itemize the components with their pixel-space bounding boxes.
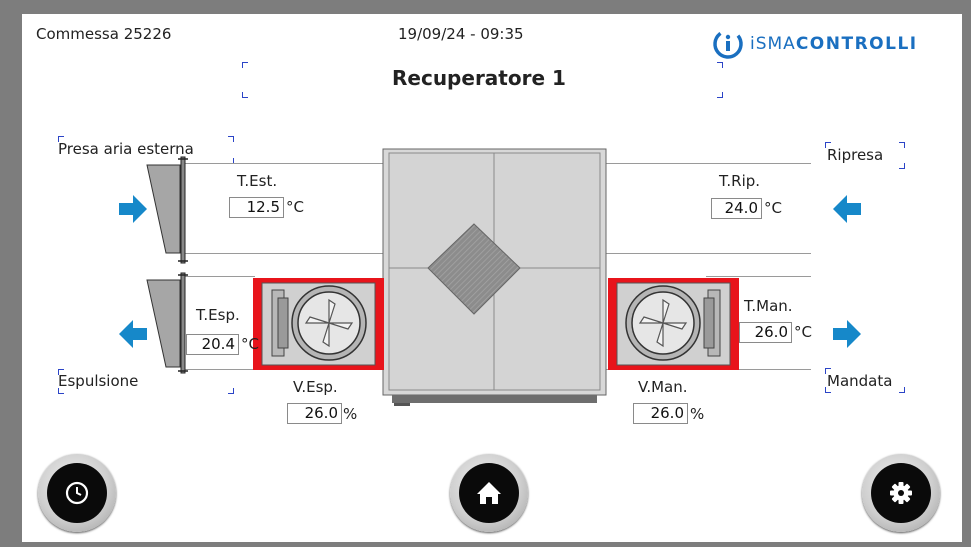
v-man-unit: % — [690, 405, 705, 423]
title-frame-corner — [242, 92, 248, 98]
hmi-screen: Commessa 25226 19/09/24 - 09:35 Recupera… — [22, 14, 962, 542]
home-icon — [477, 482, 501, 504]
t-man-value[interactable]: 26.0 — [739, 322, 792, 343]
title-frame-corner — [717, 62, 723, 68]
exhaust-arrow-left-icon — [119, 320, 147, 348]
title-frame-corner — [717, 92, 723, 98]
logo-suffix: CONTROLLI — [795, 34, 918, 54]
v-man-value[interactable]: 26.0 — [633, 403, 688, 424]
duct-line — [706, 276, 811, 277]
logo-icon — [713, 29, 743, 59]
t-est-unit: °C — [286, 198, 304, 216]
label-corner — [899, 387, 905, 393]
label-corner — [58, 388, 64, 394]
gear-icon — [890, 482, 912, 504]
exhaust-fan — [253, 278, 384, 370]
outdoor-air-arrow-right-icon — [119, 195, 147, 223]
date-time: 19/09/24 - 09:35 — [398, 25, 524, 43]
v-man-label: V.Man. — [638, 378, 688, 396]
exhaust-label: Espulsione — [58, 372, 139, 390]
v-esp-value[interactable]: 26.0 — [287, 403, 342, 424]
supply-fan — [608, 278, 739, 370]
exhaust-damper — [146, 272, 188, 374]
home-button[interactable] — [450, 454, 528, 532]
label-corner — [228, 136, 234, 142]
t-est-value[interactable]: 12.5 — [229, 197, 284, 218]
label-corner — [58, 136, 64, 142]
return-air-arrow-left-icon — [833, 195, 861, 223]
settings-button[interactable] — [862, 454, 940, 532]
label-corner — [825, 368, 831, 374]
page-title: Recuperatore 1 — [392, 66, 566, 90]
t-man-label: T.Man. — [744, 297, 793, 315]
duct-line — [604, 253, 811, 254]
v-esp-unit: % — [343, 405, 358, 423]
outdoor-air-damper — [146, 156, 188, 264]
duct-line — [185, 253, 385, 254]
label-corner — [899, 142, 905, 148]
t-man-unit: °C — [794, 323, 812, 341]
company-logo: iSMA CONTROLLI — [712, 28, 918, 60]
clock-icon — [65, 481, 89, 505]
t-rip-value[interactable]: 24.0 — [711, 198, 762, 219]
supply-label: Mandata — [827, 372, 893, 390]
label-corner — [228, 388, 234, 394]
v-esp-label: V.Esp. — [293, 378, 338, 396]
return-air-label: Ripresa — [827, 146, 884, 164]
schedule-button[interactable] — [38, 454, 116, 532]
t-rip-label: T.Rip. — [719, 172, 761, 190]
home-button-face — [459, 463, 519, 523]
label-corner — [58, 369, 64, 375]
label-corner — [825, 142, 831, 148]
duct-line — [185, 276, 255, 277]
supply-arrow-right-icon — [833, 320, 861, 348]
t-est-label: T.Est. — [237, 172, 278, 190]
duct-line — [604, 163, 811, 164]
duct-line — [185, 163, 385, 164]
t-esp-unit: °C — [241, 335, 259, 353]
logo-prefix: iSMA — [750, 34, 796, 54]
schedule-button-face — [47, 463, 107, 523]
t-esp-value[interactable]: 20.4 — [186, 334, 239, 355]
label-corner — [825, 387, 831, 393]
title-frame-corner — [242, 62, 248, 68]
t-esp-label: T.Esp. — [196, 306, 240, 324]
settings-button-face — [871, 463, 931, 523]
t-rip-unit: °C — [764, 199, 782, 217]
heat-recovery-unit — [382, 148, 607, 406]
job-number: Commessa 25226 — [36, 25, 172, 43]
label-corner — [899, 163, 905, 169]
